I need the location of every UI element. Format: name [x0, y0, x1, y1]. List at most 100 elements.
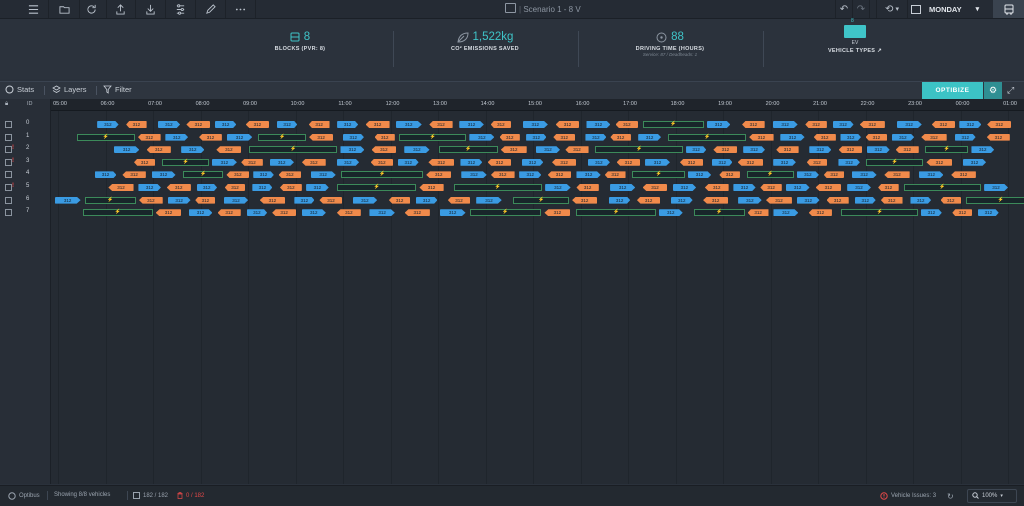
trip-block[interactable]: 312: [615, 121, 639, 128]
trip-block[interactable]: 312: [196, 184, 218, 191]
trip-block[interactable]: 312: [610, 133, 631, 141]
trip-block[interactable]: 312: [138, 184, 161, 191]
trip-block[interactable]: 312: [576, 171, 601, 179]
row-checkbox[interactable]: [5, 196, 12, 204]
trip-block[interactable]: 312: [954, 133, 976, 141]
trip-block[interactable]: 312: [301, 158, 326, 166]
charging-block[interactable]: ⚡: [865, 158, 924, 166]
trip-block[interactable]: 312: [737, 158, 764, 166]
layers-toggle[interactable]: Layers: [52, 85, 87, 94]
trip-block[interactable]: 312: [519, 171, 542, 179]
trip-block[interactable]: 312: [186, 121, 211, 128]
trip-block[interactable]: 312: [553, 133, 576, 141]
trip-block[interactable]: 312: [522, 121, 548, 128]
trip-block[interactable]: 312: [439, 209, 466, 217]
trip-block[interactable]: 312: [155, 209, 182, 217]
trip-block[interactable]: 312: [253, 171, 274, 179]
trip-block[interactable]: 312: [742, 121, 765, 128]
charging-block[interactable]: ⚡: [183, 171, 224, 179]
trip-block[interactable]: 312: [167, 196, 191, 204]
trip-block[interactable]: 312: [139, 196, 163, 204]
trip-block[interactable]: 312: [397, 158, 419, 166]
trip-block[interactable]: 312: [157, 121, 181, 128]
trip-block[interactable]: 312: [499, 133, 520, 141]
charging-block[interactable]: ⚡: [337, 184, 417, 191]
trip-block[interactable]: 312: [672, 184, 697, 191]
menu-icon[interactable]: [18, 0, 49, 18]
charging-block[interactable]: ⚡: [595, 146, 684, 154]
trip-block[interactable]: 312: [252, 184, 273, 191]
trip-block[interactable]: 312: [896, 121, 922, 128]
trip-block[interactable]: 312: [337, 121, 359, 128]
trip-block[interactable]: 312: [404, 209, 430, 217]
trip-block[interactable]: 312: [224, 184, 246, 191]
trip-block[interactable]: 312: [719, 171, 740, 179]
trip-block[interactable]: 312: [951, 171, 976, 179]
vehicle-issues[interactable]: Vehicle Issues: 3: [880, 492, 936, 500]
row-checkbox[interactable]: [5, 133, 12, 141]
trip-block[interactable]: 312: [214, 121, 237, 128]
trip-block[interactable]: 312: [815, 184, 842, 191]
trip-block[interactable]: 312: [126, 121, 147, 128]
trip-block[interactable]: 312: [608, 196, 631, 204]
sliders-icon[interactable]: [165, 0, 196, 18]
trip-block[interactable]: 312: [226, 133, 253, 141]
trip-block[interactable]: 312: [342, 133, 364, 141]
trip-block[interactable]: 312: [959, 121, 982, 128]
trip-block[interactable]: 312: [114, 146, 140, 154]
trip-block[interactable]: 312: [796, 196, 820, 204]
trip-block[interactable]: 312: [823, 171, 845, 179]
trip-block[interactable]: 312: [642, 184, 668, 191]
trip-block[interactable]: 312: [122, 171, 146, 179]
trip-block[interactable]: 312: [670, 196, 693, 204]
trip-block[interactable]: 312: [776, 146, 799, 154]
trip-block[interactable]: 312: [181, 146, 205, 154]
trip-block[interactable]: 312: [544, 209, 571, 217]
trip-block[interactable]: 312: [743, 146, 765, 154]
trip-block[interactable]: 312: [679, 158, 704, 166]
trip-block[interactable]: 312: [910, 196, 932, 204]
refresh-icon[interactable]: [76, 0, 107, 18]
bus-view-button[interactable]: [993, 0, 1024, 18]
trip-block[interactable]: 312: [469, 133, 495, 141]
trip-block[interactable]: 312: [369, 209, 395, 217]
trip-block[interactable]: 312: [269, 158, 294, 166]
trip-block[interactable]: 312: [962, 158, 987, 166]
charging-block[interactable]: ⚡: [746, 171, 794, 179]
trip-block[interactable]: 312: [747, 209, 769, 217]
trip-block[interactable]: 312: [851, 171, 877, 179]
trip-block[interactable]: 312: [374, 133, 395, 141]
trip-block[interactable]: 312: [749, 133, 774, 141]
charging-block[interactable]: ⚡: [668, 133, 747, 141]
trip-block[interactable]: 312: [878, 184, 899, 191]
charging-block[interactable]: ⚡: [258, 133, 307, 141]
charging-block[interactable]: ⚡: [642, 121, 704, 128]
charging-block[interactable]: ⚡: [248, 146, 338, 154]
trip-block[interactable]: 312: [134, 158, 156, 166]
trip-block[interactable]: 312: [447, 196, 471, 204]
row-checkbox[interactable]: [5, 171, 12, 179]
trip-block[interactable]: 312: [919, 171, 944, 179]
trip-block[interactable]: 312: [880, 196, 903, 204]
charging-block[interactable]: ⚡: [439, 146, 498, 154]
charging-block[interactable]: ⚡: [82, 209, 153, 217]
trip-block[interactable]: 312: [952, 209, 973, 217]
charging-block[interactable]: ⚡: [513, 196, 570, 204]
trip-block[interactable]: 312: [808, 209, 832, 217]
trip-block[interactable]: 312: [404, 146, 430, 154]
charging-block[interactable]: ⚡: [632, 171, 685, 179]
trip-block[interactable]: 312: [703, 196, 729, 204]
trip-block[interactable]: 312: [840, 133, 861, 141]
trip-block[interactable]: 312: [711, 158, 733, 166]
trip-block[interactable]: 312: [809, 146, 832, 154]
trip-block[interactable]: 312: [272, 209, 297, 217]
trip-block[interactable]: 312: [370, 158, 394, 166]
filter-toggle[interactable]: Filter: [103, 85, 132, 94]
trip-block[interactable]: 312: [865, 133, 888, 141]
trip-block[interactable]: 312: [986, 133, 1010, 141]
trip-block[interactable]: 312: [616, 158, 641, 166]
row-checkbox[interactable]: [5, 184, 12, 191]
trip-block[interactable]: 312: [658, 209, 683, 217]
trip-block[interactable]: 312: [108, 184, 134, 191]
trip-block[interactable]: 312: [279, 184, 302, 191]
